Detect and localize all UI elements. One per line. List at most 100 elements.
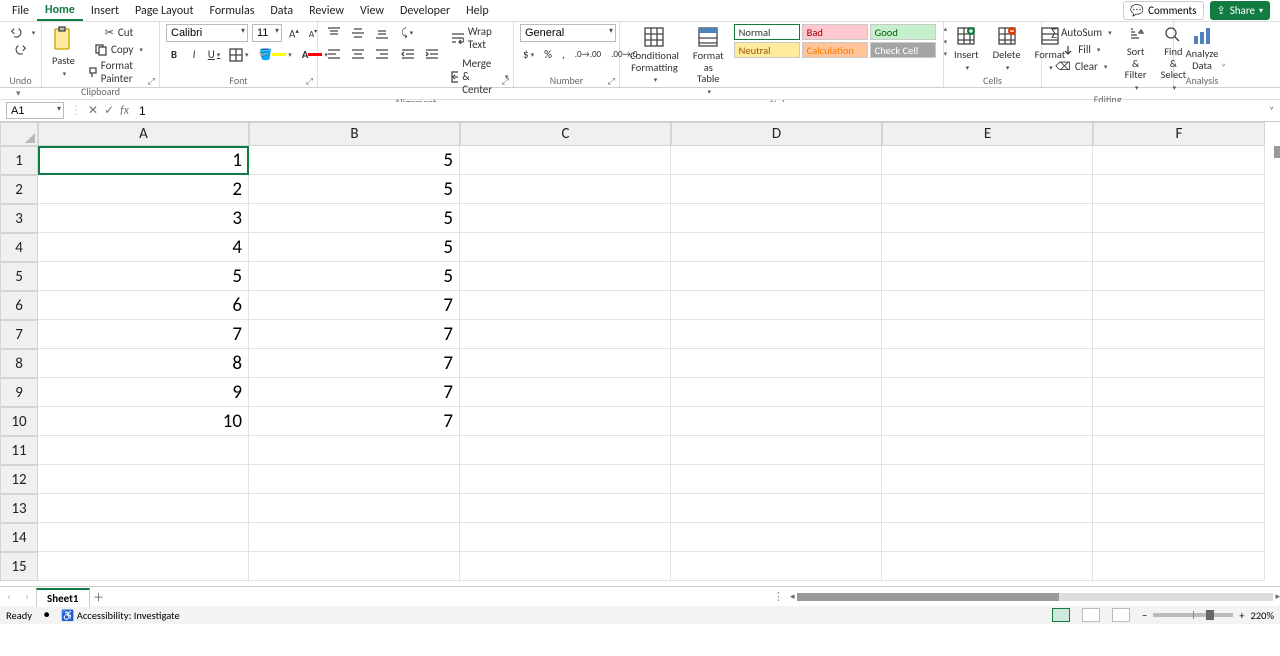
cell-D11[interactable] bbox=[671, 436, 882, 465]
sheet-tab-1[interactable]: Sheet1 bbox=[36, 588, 90, 607]
cell-F4[interactable] bbox=[1093, 233, 1265, 262]
row-header-5[interactable]: 5 bbox=[0, 262, 38, 291]
hscroll-left[interactable]: ◂ bbox=[790, 591, 795, 602]
cell-E2[interactable] bbox=[882, 175, 1093, 204]
tab-file[interactable]: File bbox=[4, 2, 37, 20]
tab-home[interactable]: Home bbox=[37, 1, 83, 21]
fill-button[interactable]: Fill▾ bbox=[1048, 41, 1115, 58]
sort-filter-button[interactable]: Sort & Filter▾ bbox=[1121, 24, 1151, 94]
share-button[interactable]: ⇪Share▾ bbox=[1210, 1, 1271, 20]
paste-dropdown[interactable]: ▾ bbox=[63, 69, 67, 78]
row-header-14[interactable]: 14 bbox=[0, 523, 38, 552]
cell-B10[interactable]: 7 bbox=[249, 407, 460, 436]
align-right-button[interactable] bbox=[372, 45, 392, 62]
cell-F11[interactable] bbox=[1093, 436, 1265, 465]
undo-dropdown[interactable]: ▾ bbox=[32, 28, 36, 37]
cell-E5[interactable] bbox=[882, 262, 1093, 291]
autosum-button[interactable]: ∑AutoSum▾ bbox=[1048, 24, 1115, 41]
font-launcher[interactable]: ⤢ bbox=[304, 76, 315, 87]
analyze-data-button[interactable]: Analyze Data bbox=[1180, 24, 1224, 73]
number-launcher[interactable]: ⤢ bbox=[606, 76, 617, 87]
borders-button[interactable]: ▾ bbox=[226, 46, 252, 63]
cell-A5[interactable]: 5 bbox=[38, 262, 249, 291]
delete-cells-button[interactable]: Delete▾ bbox=[989, 24, 1025, 74]
zoom-out-button[interactable]: − bbox=[1142, 609, 1147, 622]
cell-D6[interactable] bbox=[671, 291, 882, 320]
cell-F14[interactable] bbox=[1093, 523, 1265, 552]
cell-A6[interactable]: 6 bbox=[38, 291, 249, 320]
cell-D12[interactable] bbox=[671, 465, 882, 494]
cell-D1[interactable] bbox=[671, 146, 882, 175]
column-header-D[interactable]: D bbox=[671, 122, 882, 146]
wrap-text-button[interactable]: Wrap Text bbox=[448, 24, 511, 52]
percent-format-button[interactable]: % bbox=[541, 46, 555, 63]
cell-B9[interactable]: 7 bbox=[249, 378, 460, 407]
cell-C11[interactable] bbox=[460, 436, 671, 465]
zoom-level[interactable]: 220% bbox=[1251, 609, 1274, 622]
cell-A2[interactable]: 2 bbox=[38, 175, 249, 204]
style-calculation[interactable]: Calculation bbox=[802, 42, 868, 58]
cell-D15[interactable] bbox=[671, 552, 882, 581]
macro-record-icon[interactable]: ⏺ bbox=[44, 608, 49, 622]
cell-E9[interactable] bbox=[882, 378, 1093, 407]
grow-font-button[interactable]: A▴ bbox=[286, 25, 302, 42]
cell-A13[interactable] bbox=[38, 494, 249, 523]
cell-E6[interactable] bbox=[882, 291, 1093, 320]
row-header-11[interactable]: 11 bbox=[0, 436, 38, 465]
cell-A12[interactable] bbox=[38, 465, 249, 494]
cell-F3[interactable] bbox=[1093, 204, 1265, 233]
cell-D13[interactable] bbox=[671, 494, 882, 523]
insert-cells-button[interactable]: Insert▾ bbox=[950, 24, 983, 74]
hscroll-right[interactable]: ▸ bbox=[1275, 591, 1280, 602]
copy-button[interactable]: Copy▾ bbox=[85, 41, 153, 58]
cell-F6[interactable] bbox=[1093, 291, 1265, 320]
column-header-B[interactable]: B bbox=[249, 122, 460, 146]
row-header-10[interactable]: 10 bbox=[0, 407, 38, 436]
comments-button[interactable]: 💬Comments bbox=[1123, 1, 1203, 20]
cell-D9[interactable] bbox=[671, 378, 882, 407]
row-header-13[interactable]: 13 bbox=[0, 494, 38, 523]
horizontal-scrollbar[interactable]: ◂ ▸ bbox=[790, 591, 1280, 602]
cell-F15[interactable] bbox=[1093, 552, 1265, 581]
comma-format-button[interactable]: , bbox=[559, 46, 568, 63]
cell-C10[interactable] bbox=[460, 407, 671, 436]
italic-button[interactable]: I bbox=[186, 46, 202, 63]
increase-indent-button[interactable] bbox=[422, 45, 442, 62]
cell-C1[interactable] bbox=[460, 146, 671, 175]
sheet-nav-next[interactable]: › bbox=[18, 590, 36, 603]
cell-A9[interactable]: 9 bbox=[38, 378, 249, 407]
accounting-format-button[interactable]: $▾ bbox=[520, 46, 537, 63]
cell-A4[interactable]: 4 bbox=[38, 233, 249, 262]
tab-data[interactable]: Data bbox=[262, 2, 301, 20]
align-left-button[interactable] bbox=[324, 45, 344, 62]
style-bad[interactable]: Bad bbox=[802, 24, 868, 40]
cell-E14[interactable] bbox=[882, 523, 1093, 552]
cell-B3[interactable]: 5 bbox=[249, 204, 460, 233]
cell-D4[interactable] bbox=[671, 233, 882, 262]
select-all-corner[interactable] bbox=[0, 122, 38, 146]
clear-button[interactable]: ⌫Clear▾ bbox=[1048, 58, 1115, 75]
orientation-button[interactable]: ⤹▾ bbox=[398, 24, 416, 41]
cell-E4[interactable] bbox=[882, 233, 1093, 262]
cell-F10[interactable] bbox=[1093, 407, 1265, 436]
format-painter-button[interactable]: Format Painter bbox=[85, 58, 153, 86]
cell-F1[interactable] bbox=[1093, 146, 1265, 175]
tab-developer[interactable]: Developer bbox=[392, 2, 458, 20]
cell-E3[interactable] bbox=[882, 204, 1093, 233]
underline-button[interactable]: U▾ bbox=[206, 46, 222, 63]
cell-C3[interactable] bbox=[460, 204, 671, 233]
alignment-launcher[interactable]: ⤢ bbox=[500, 76, 511, 87]
cell-A3[interactable]: 3 bbox=[38, 204, 249, 233]
align-top-button[interactable] bbox=[324, 24, 344, 41]
cell-E11[interactable] bbox=[882, 436, 1093, 465]
cell-C8[interactable] bbox=[460, 349, 671, 378]
cell-A7[interactable]: 7 bbox=[38, 320, 249, 349]
cell-F8[interactable] bbox=[1093, 349, 1265, 378]
tab-insert[interactable]: Insert bbox=[83, 2, 127, 20]
cut-button[interactable]: ✂Cut bbox=[85, 24, 153, 41]
status-accessibility[interactable]: ♿ Accessibility: Investigate bbox=[61, 609, 179, 622]
decrease-indent-button[interactable] bbox=[398, 45, 418, 62]
cell-F9[interactable] bbox=[1093, 378, 1265, 407]
cell-F12[interactable] bbox=[1093, 465, 1265, 494]
column-header-F[interactable]: F bbox=[1093, 122, 1265, 146]
